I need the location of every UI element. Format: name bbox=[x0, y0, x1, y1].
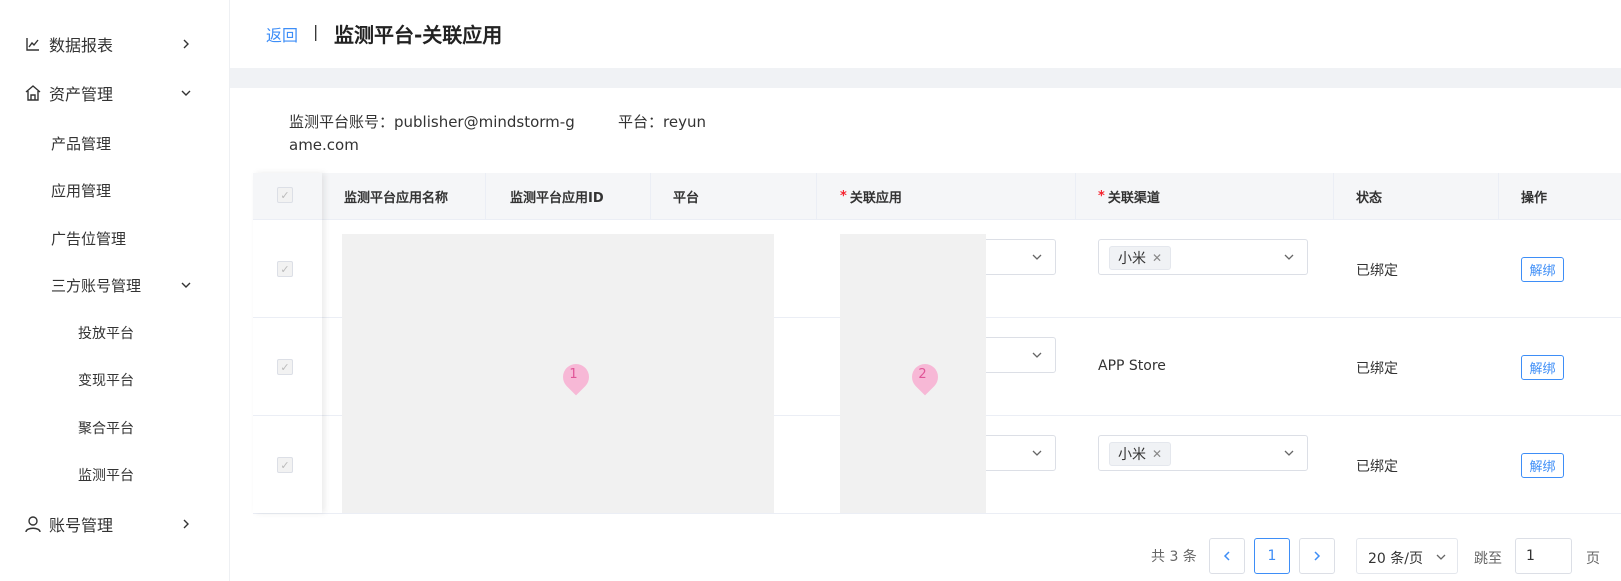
sidebar-item-label: 监测平台 bbox=[78, 468, 134, 484]
platform-info: 平台：reyun bbox=[618, 113, 706, 131]
column-divider bbox=[650, 173, 651, 220]
sidebar-item-label: 应用管理 bbox=[51, 181, 112, 200]
chart-line-icon bbox=[24, 35, 42, 53]
page-header: 返回 | 监测平台-关联应用 bbox=[230, 0, 1621, 68]
page-size-value: 20 条/页 bbox=[1368, 551, 1423, 567]
sidebar-item-product-management[interactable]: 产品管理 bbox=[0, 120, 230, 166]
column-header-linked-channel: * 关联渠道 bbox=[1098, 173, 1160, 220]
channel-tag: 小米 ✕ bbox=[1109, 246, 1172, 270]
back-link[interactable]: 返回 bbox=[266, 22, 298, 46]
chevron-right-icon bbox=[180, 38, 192, 50]
linked-channel-select[interactable]: 小米 ✕ bbox=[1098, 435, 1308, 471]
page-title: 监测平台-关联应用 bbox=[334, 23, 503, 47]
marker-label: 2 bbox=[918, 367, 927, 383]
channel-text: APP Store bbox=[1098, 358, 1166, 374]
chevron-down-icon bbox=[180, 87, 192, 99]
sidebar-item-monetization-platform[interactable]: 变现平台 bbox=[0, 357, 230, 403]
chevron-right-icon bbox=[1314, 551, 1321, 561]
status-text: 已绑定 bbox=[1356, 459, 1398, 475]
sidebar: 数据报表 资产管理 产品管理 应用管理 广告位管理 三方账号管理 投放平台 变现… bbox=[0, 0, 230, 581]
page-size-select[interactable]: 20 条/页 bbox=[1356, 538, 1458, 574]
sidebar-item-label: 三方账号管理 bbox=[51, 276, 142, 295]
sidebar-item-ad-platform[interactable]: 投放平台 bbox=[0, 310, 230, 356]
sidebar-item-aggregation-platform[interactable]: 聚合平台 bbox=[0, 405, 230, 451]
sidebar-item-third-party-accounts[interactable]: 三方账号管理 bbox=[0, 262, 230, 308]
required-mark: * bbox=[840, 189, 847, 204]
sidebar-item-label: 广告位管理 bbox=[51, 229, 127, 248]
column-header-label: 关联应用 bbox=[849, 191, 902, 206]
row-checkbox[interactable]: ✓ bbox=[277, 457, 293, 473]
user-icon bbox=[24, 515, 42, 533]
sidebar-item-label: 聚合平台 bbox=[78, 421, 134, 437]
next-page-button[interactable] bbox=[1299, 538, 1335, 574]
chevron-down-icon bbox=[1031, 447, 1043, 459]
marker-label: 1 bbox=[569, 367, 578, 383]
chevron-down-icon bbox=[1283, 447, 1295, 459]
home-icon bbox=[24, 84, 42, 102]
column-header: 操作 bbox=[1521, 191, 1548, 206]
column-header-label: 关联渠道 bbox=[1107, 191, 1160, 206]
header-separator: | bbox=[313, 22, 319, 41]
row-checkbox[interactable]: ✓ bbox=[277, 261, 293, 277]
sidebar-item-account-management[interactable]: 账号管理 bbox=[0, 501, 230, 547]
chevron-down-icon bbox=[1031, 349, 1043, 361]
unbind-button[interactable]: 解绑 bbox=[1521, 257, 1564, 282]
chevron-down-icon bbox=[180, 279, 192, 291]
row-checkbox[interactable]: ✓ bbox=[277, 359, 293, 375]
sidebar-item-ad-slot-management[interactable]: 广告位管理 bbox=[0, 215, 230, 261]
status-text: 已绑定 bbox=[1356, 263, 1398, 279]
page-button-current[interactable]: 1 bbox=[1254, 538, 1290, 574]
status-text: 已绑定 bbox=[1356, 361, 1398, 377]
section-divider bbox=[230, 68, 1621, 88]
channel-tag-label: 小米 bbox=[1118, 447, 1146, 463]
unbind-button[interactable]: 解绑 bbox=[1521, 355, 1564, 380]
chevron-left-icon bbox=[1223, 551, 1230, 561]
chevron-down-icon bbox=[1031, 251, 1043, 263]
sidebar-item-label: 变现平台 bbox=[78, 373, 134, 389]
unbind-button[interactable]: 解绑 bbox=[1521, 453, 1564, 478]
close-icon[interactable]: ✕ bbox=[1152, 251, 1162, 265]
chevron-down-icon bbox=[1435, 551, 1447, 563]
prev-page-button[interactable] bbox=[1209, 538, 1245, 574]
column-header: 平台 bbox=[673, 191, 700, 206]
jump-page-input[interactable]: 1 bbox=[1515, 538, 1572, 574]
page-unit-label: 页 bbox=[1586, 551, 1600, 567]
chevron-down-icon bbox=[1283, 251, 1295, 263]
column-header: 状态 bbox=[1356, 191, 1383, 206]
channel-tag: 小米 ✕ bbox=[1109, 442, 1172, 466]
linked-channel-select[interactable]: 小米 ✕ bbox=[1098, 239, 1308, 275]
sidebar-item-label: 资产管理 bbox=[49, 85, 114, 104]
sidebar-item-monitoring-platform[interactable]: 监测平台 bbox=[0, 452, 230, 498]
pagination-total: 共 3 条 bbox=[1151, 549, 1197, 565]
table-header: ✓ 监测平台应用名称 监测平台应用ID 平台 * 关联应用 * 关联渠道 状态 … bbox=[253, 173, 1621, 220]
sidebar-item-label: 数据报表 bbox=[49, 36, 114, 55]
select-all-checkbox[interactable]: ✓ bbox=[277, 187, 293, 203]
sidebar-item-label: 投放平台 bbox=[78, 326, 134, 342]
redacted-region bbox=[342, 234, 774, 513]
sidebar-item-asset-management[interactable]: 资产管理 bbox=[0, 70, 230, 116]
jump-label: 跳至 bbox=[1474, 551, 1502, 567]
sidebar-item-label: 产品管理 bbox=[51, 134, 112, 153]
sidebar-item-label: 账号管理 bbox=[49, 516, 114, 535]
column-header: 监测平台应用名称 bbox=[344, 191, 449, 206]
account-info: 监测平台账号：publisher@mindstorm-game.com bbox=[289, 113, 575, 154]
required-mark: * bbox=[1098, 189, 1105, 204]
sidebar-item-data-report[interactable]: 数据报表 bbox=[0, 21, 230, 67]
channel-tag-label: 小米 bbox=[1118, 251, 1146, 267]
column-header-linked-app: * 关联应用 bbox=[840, 173, 902, 220]
chevron-right-icon bbox=[180, 518, 192, 530]
close-icon[interactable]: ✕ bbox=[1152, 447, 1162, 461]
sidebar-item-app-management[interactable]: 应用管理 bbox=[0, 167, 230, 213]
column-header: 监测平台应用ID bbox=[510, 191, 604, 206]
